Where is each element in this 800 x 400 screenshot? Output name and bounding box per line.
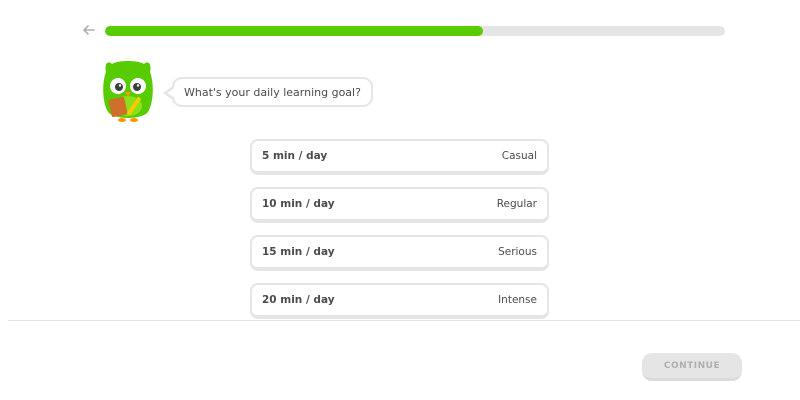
question-text: What's your daily learning goal? bbox=[184, 85, 361, 99]
arrow-left-icon bbox=[83, 25, 95, 35]
goal-selection-screen: What's your daily learning goal? 5 min /… bbox=[0, 0, 800, 400]
continue-button[interactable]: CONTINUE bbox=[642, 353, 742, 381]
option-time-label: 5 min / day bbox=[262, 150, 328, 162]
option-level-label: Regular bbox=[496, 198, 537, 210]
back-button[interactable] bbox=[80, 21, 98, 39]
option-time-label: 10 min / day bbox=[262, 198, 335, 210]
speech-bubble: What's your daily learning goal? bbox=[172, 77, 373, 107]
option-time-label: 20 min / day bbox=[262, 294, 335, 306]
goal-option-20-min[interactable]: 20 min / day Intense bbox=[250, 283, 549, 319]
goal-option-15-min[interactable]: 15 min / day Serious bbox=[250, 235, 549, 271]
goal-options-list: 5 min / day Casual 10 min / day Regular … bbox=[250, 139, 549, 331]
progress-bar-fill bbox=[105, 26, 484, 36]
progress-bar bbox=[105, 26, 725, 36]
goal-option-5-min[interactable]: 5 min / day Casual bbox=[250, 139, 549, 175]
goal-option-10-min[interactable]: 10 min / day Regular bbox=[250, 187, 549, 223]
option-level-label: Intense bbox=[498, 294, 537, 306]
speech-bubble-tail-inner bbox=[167, 88, 175, 98]
green-owl-mascot-icon bbox=[98, 58, 158, 128]
option-level-label: Serious bbox=[498, 246, 537, 258]
option-time-label: 15 min / day bbox=[262, 246, 335, 258]
option-level-label: Casual bbox=[501, 150, 537, 162]
